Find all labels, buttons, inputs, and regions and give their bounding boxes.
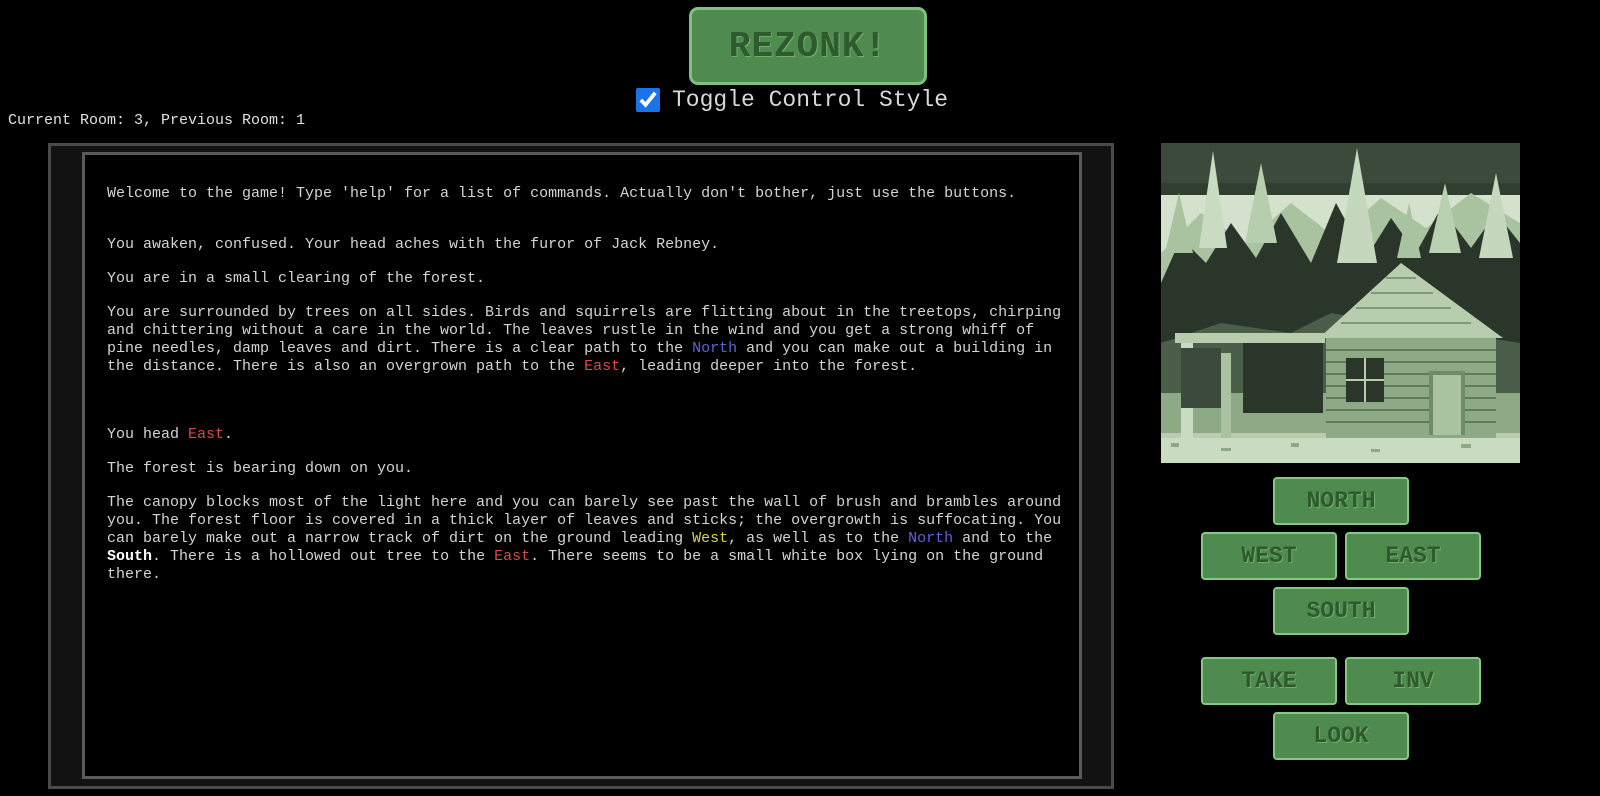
room-title: The forest is bearing down on you. — [107, 460, 414, 477]
keyword-west: West — [692, 530, 729, 547]
east-button[interactable]: EAST — [1345, 532, 1481, 580]
room-status: Current Room: 3, Previous Room: 1 — [8, 112, 306, 129]
game-page: REZONK! Toggle Control Style Current Roo… — [0, 0, 1600, 796]
keyword-east: East — [584, 358, 621, 375]
rezonk-title-button[interactable]: REZONK! — [689, 7, 927, 85]
game-console: Welcome to the game! Type 'help' for a l… — [82, 152, 1082, 779]
intro-message: Welcome to the game! Type 'help' for a l… — [107, 185, 1017, 202]
move-message: You head East. — [107, 426, 234, 443]
keyword-east: East — [188, 426, 225, 443]
room-title: You are in a small clearing of the fores… — [107, 270, 486, 287]
room-description: The canopy blocks most of the light here… — [107, 494, 1062, 583]
console-frame: Welcome to the game! Type 'help' for a l… — [48, 143, 1114, 789]
inventory-button[interactable]: INV — [1345, 657, 1481, 705]
north-button[interactable]: NORTH — [1273, 477, 1409, 525]
room-description: You are surrounded by trees on all sides… — [107, 304, 1062, 375]
keyword-north: North — [908, 530, 954, 547]
keyword-north: North — [692, 340, 738, 357]
awaken-message: You awaken, confused. Your head aches wi… — [107, 236, 720, 253]
south-button[interactable]: SOUTH — [1273, 587, 1409, 635]
toggle-control-style-label: Toggle Control Style — [672, 87, 949, 113]
scene-image-cabin-in-forest — [1161, 143, 1520, 463]
take-button[interactable]: TAKE — [1201, 657, 1337, 705]
toggle-control-style[interactable]: Toggle Control Style — [634, 85, 948, 115]
keyword-east: East — [494, 548, 531, 565]
keyword-south: South — [107, 548, 153, 565]
toggle-control-style-checkbox[interactable] — [636, 88, 660, 112]
west-button[interactable]: WEST — [1201, 532, 1337, 580]
look-button[interactable]: LOOK — [1273, 712, 1409, 760]
